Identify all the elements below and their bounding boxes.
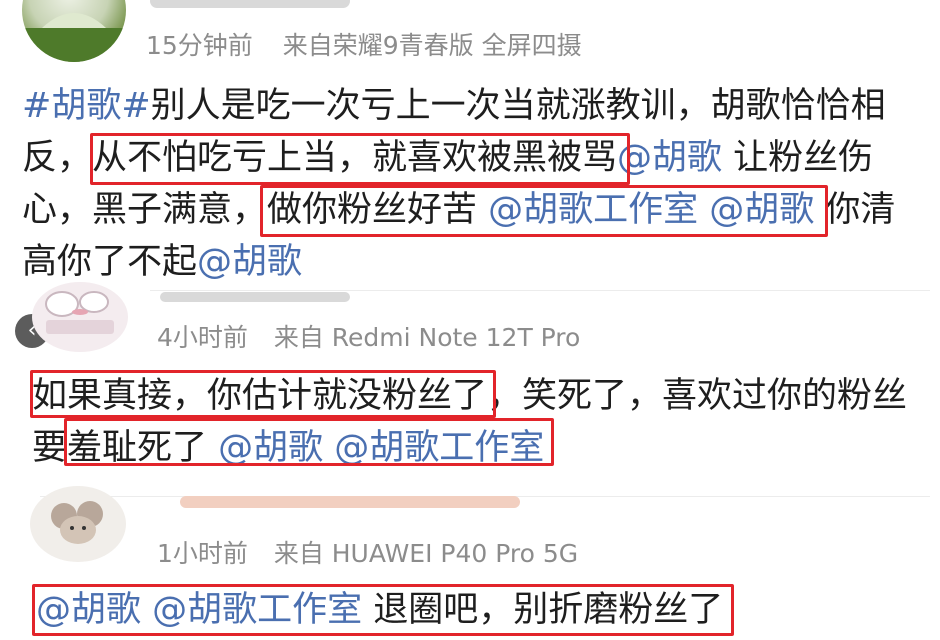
text-segment: 要 xyxy=(32,428,68,468)
text-segment: 心，黑子满意， xyxy=(22,190,268,230)
avatar-image-icon xyxy=(45,291,114,334)
username-obscured xyxy=(150,0,350,8)
divider xyxy=(150,290,930,291)
avatar-image-icon xyxy=(22,13,126,62)
mention-link[interactable]: @胡歌 xyxy=(617,138,722,178)
comment-time: 1小时前 xyxy=(157,539,248,568)
text-segment: 让粉丝伤 xyxy=(722,138,874,178)
comment-meta: 4小时前 来自 Redmi Note 12T Pro xyxy=(157,318,580,354)
username-obscured xyxy=(180,496,520,508)
comment-source: 来自 Redmi Note 12T Pro xyxy=(273,323,581,352)
comment-time: 4小时前 xyxy=(157,323,248,352)
comment-line: 高你了不起@胡歌 xyxy=(22,236,895,288)
comment-meta: 1小时前 来自 HUAWEI P40 Pro 5G xyxy=(157,534,578,570)
comment-source: 来自 HUAWEI P40 Pro 5G xyxy=(273,539,579,568)
highlight-box xyxy=(260,185,828,237)
username-obscured xyxy=(160,292,350,302)
text-segment: ，笑死了，喜欢过你的粉丝 xyxy=(487,376,908,416)
text-segment: 反， xyxy=(22,138,93,178)
comment-time: 15分钟前 xyxy=(146,31,253,60)
comment-source: 来自荣耀9青春版 全屏四摄 xyxy=(282,31,582,60)
avatar[interactable] xyxy=(30,486,126,562)
text-segment: 别人是吃一次亏上一次当就涨教训，胡歌恰恰相 xyxy=(150,86,886,126)
hashtag-link[interactable]: #胡歌# xyxy=(22,86,151,126)
highlight-box xyxy=(64,418,554,466)
avatar-image-icon xyxy=(51,501,103,544)
mention-link[interactable]: @胡歌 xyxy=(197,242,302,282)
avatar[interactable] xyxy=(32,282,128,352)
comment-meta: 15分钟前 来自荣耀9青春版 全屏四摄 xyxy=(146,26,582,62)
text-segment: 高你了不起 xyxy=(22,242,198,282)
avatar[interactable] xyxy=(22,0,126,62)
highlight-box xyxy=(30,370,496,418)
comment-line: #胡歌#别人是吃一次亏上一次当就涨教训，胡歌恰恰相 xyxy=(22,80,895,132)
highlight-box xyxy=(32,584,734,636)
highlight-box xyxy=(90,133,630,185)
